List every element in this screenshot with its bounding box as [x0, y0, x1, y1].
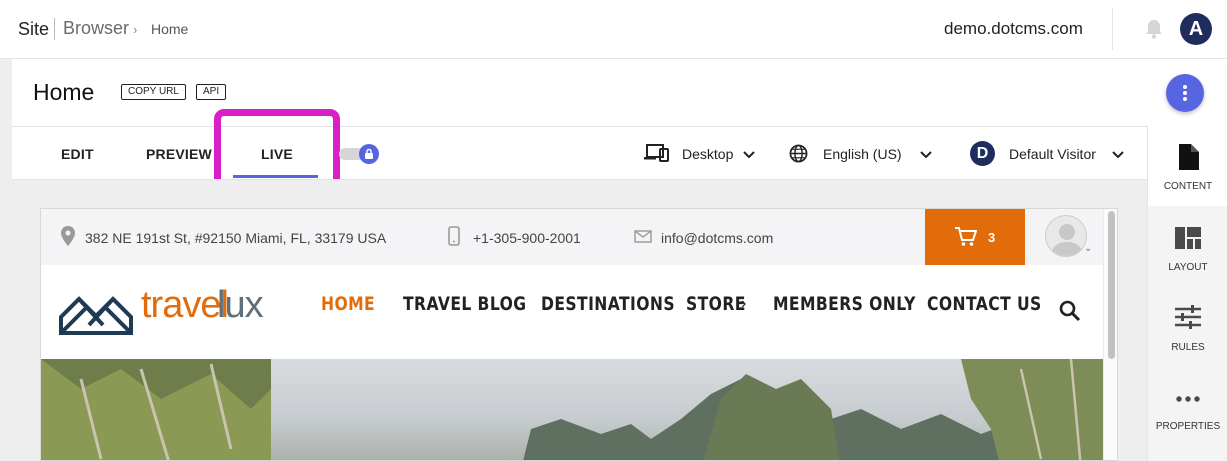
- nav-destinations[interactable]: DESTINATIONS: [541, 293, 675, 315]
- site-email[interactable]: info@dotcms.com: [661, 230, 773, 246]
- api-button[interactable]: API: [196, 84, 227, 100]
- location-pin-icon: [61, 226, 75, 251]
- divider: [1112, 8, 1113, 50]
- sidebar-item-layout[interactable]: LAYOUT: [1148, 206, 1227, 286]
- site-selector[interactable]: demo.dotcms.com: [944, 19, 1083, 39]
- user-avatar-icon[interactable]: [1045, 215, 1087, 257]
- top-bar: Site Browser › Home demo.dotcms.com A: [0, 0, 1227, 59]
- logo-text-travel[interactable]: travel: [141, 284, 229, 327]
- chevron-down-icon[interactable]: [919, 147, 933, 165]
- nav-travel-blog[interactable]: TRAVEL BLOG: [403, 293, 526, 315]
- device-selector[interactable]: Desktop: [682, 146, 733, 162]
- page-actions-button[interactable]: [1166, 74, 1204, 112]
- nav-store[interactable]: STORE: [686, 293, 746, 315]
- chevron-right-icon[interactable]: ›: [741, 295, 746, 313]
- language-selector[interactable]: English (US): [823, 146, 902, 162]
- globe-icon: [789, 144, 808, 168]
- tab-preview[interactable]: PREVIEW: [146, 146, 212, 162]
- divider: [12, 126, 1148, 127]
- site-phone[interactable]: +1-305-900-2001: [473, 230, 581, 246]
- breadcrumb-site[interactable]: Site: [18, 19, 49, 40]
- cart-icon: [955, 227, 978, 252]
- kebab-dot-icon: [1183, 91, 1187, 95]
- nav-contact-us[interactable]: CONTACT US: [927, 293, 1042, 315]
- chevron-down-icon[interactable]: ⌄: [1084, 243, 1092, 254]
- page-preview-frame[interactable]: 382 NE 191st St, #92150 Miami, FL, 33179…: [40, 208, 1118, 461]
- cart-button[interactable]: 3: [925, 209, 1025, 265]
- sidebar-item-label: LAYOUT: [1168, 262, 1208, 273]
- sidebar-item-rules[interactable]: RULES: [1148, 286, 1227, 366]
- phone-icon: [448, 226, 460, 251]
- right-sidebar: CONTENT LAYOUT RULES PROPERTIES: [1147, 126, 1227, 461]
- sidebar-item-label: PROPERTIES: [1155, 421, 1221, 432]
- chevron-down-icon[interactable]: [1111, 147, 1125, 165]
- kebab-dot-icon: [1183, 97, 1187, 101]
- sidebar-item-properties[interactable]: PROPERTIES: [1148, 366, 1227, 461]
- travellux-logo-icon[interactable]: [59, 289, 133, 342]
- lock-icon: [359, 144, 379, 164]
- mail-icon: [634, 230, 652, 248]
- site-nav: travel lux HOME TRAVEL BLOG DESTINATIONS…: [41, 265, 1103, 359]
- more-horiz-icon: [1176, 394, 1200, 405]
- persona-selector[interactable]: Default Visitor: [1009, 146, 1096, 162]
- nav-members-only[interactable]: MEMBERS ONLY: [773, 293, 916, 315]
- lock-toggle[interactable]: [339, 144, 381, 164]
- logo-text-lux[interactable]: lux: [217, 284, 264, 327]
- scrollbar-thumb[interactable]: [1108, 211, 1115, 359]
- layout-icon: [1175, 227, 1201, 252]
- avatar[interactable]: A: [1180, 13, 1212, 45]
- breadcrumb-chevron-icon: ›: [133, 22, 138, 37]
- left-strip: [0, 59, 12, 461]
- copy-url-button[interactable]: COPY URL: [121, 84, 186, 100]
- sidebar-item-content[interactable]: CONTENT: [1148, 126, 1227, 206]
- nav-home[interactable]: HOME: [321, 293, 375, 315]
- tab-edit[interactable]: EDIT: [61, 146, 94, 162]
- site-contact-bar: 382 NE 191st St, #92150 Miami, FL, 33179…: [41, 209, 1103, 265]
- persona-avatar: D: [970, 141, 995, 166]
- page-title: Home: [33, 79, 95, 105]
- breadcrumb-browser[interactable]: Browser: [63, 18, 129, 39]
- bell-icon[interactable]: [1144, 18, 1164, 40]
- search-icon[interactable]: [1059, 300, 1081, 327]
- cart-count: 3: [988, 230, 996, 245]
- sidebar-item-label: CONTENT: [1163, 181, 1213, 192]
- document-icon: [1177, 144, 1199, 173]
- sliders-icon: [1175, 305, 1201, 332]
- hero-image: [41, 359, 1103, 460]
- sidebar-item-label: RULES: [1171, 342, 1205, 353]
- chevron-down-icon[interactable]: [742, 147, 756, 165]
- preview-scrollbar[interactable]: [1103, 209, 1117, 460]
- kebab-dot-icon: [1183, 85, 1187, 89]
- devices-icon: [644, 144, 670, 167]
- breadcrumb-divider: [54, 18, 55, 40]
- breadcrumb-current: Home: [151, 21, 189, 37]
- site-address: 382 NE 191st St, #92150 Miami, FL, 33179…: [85, 230, 387, 246]
